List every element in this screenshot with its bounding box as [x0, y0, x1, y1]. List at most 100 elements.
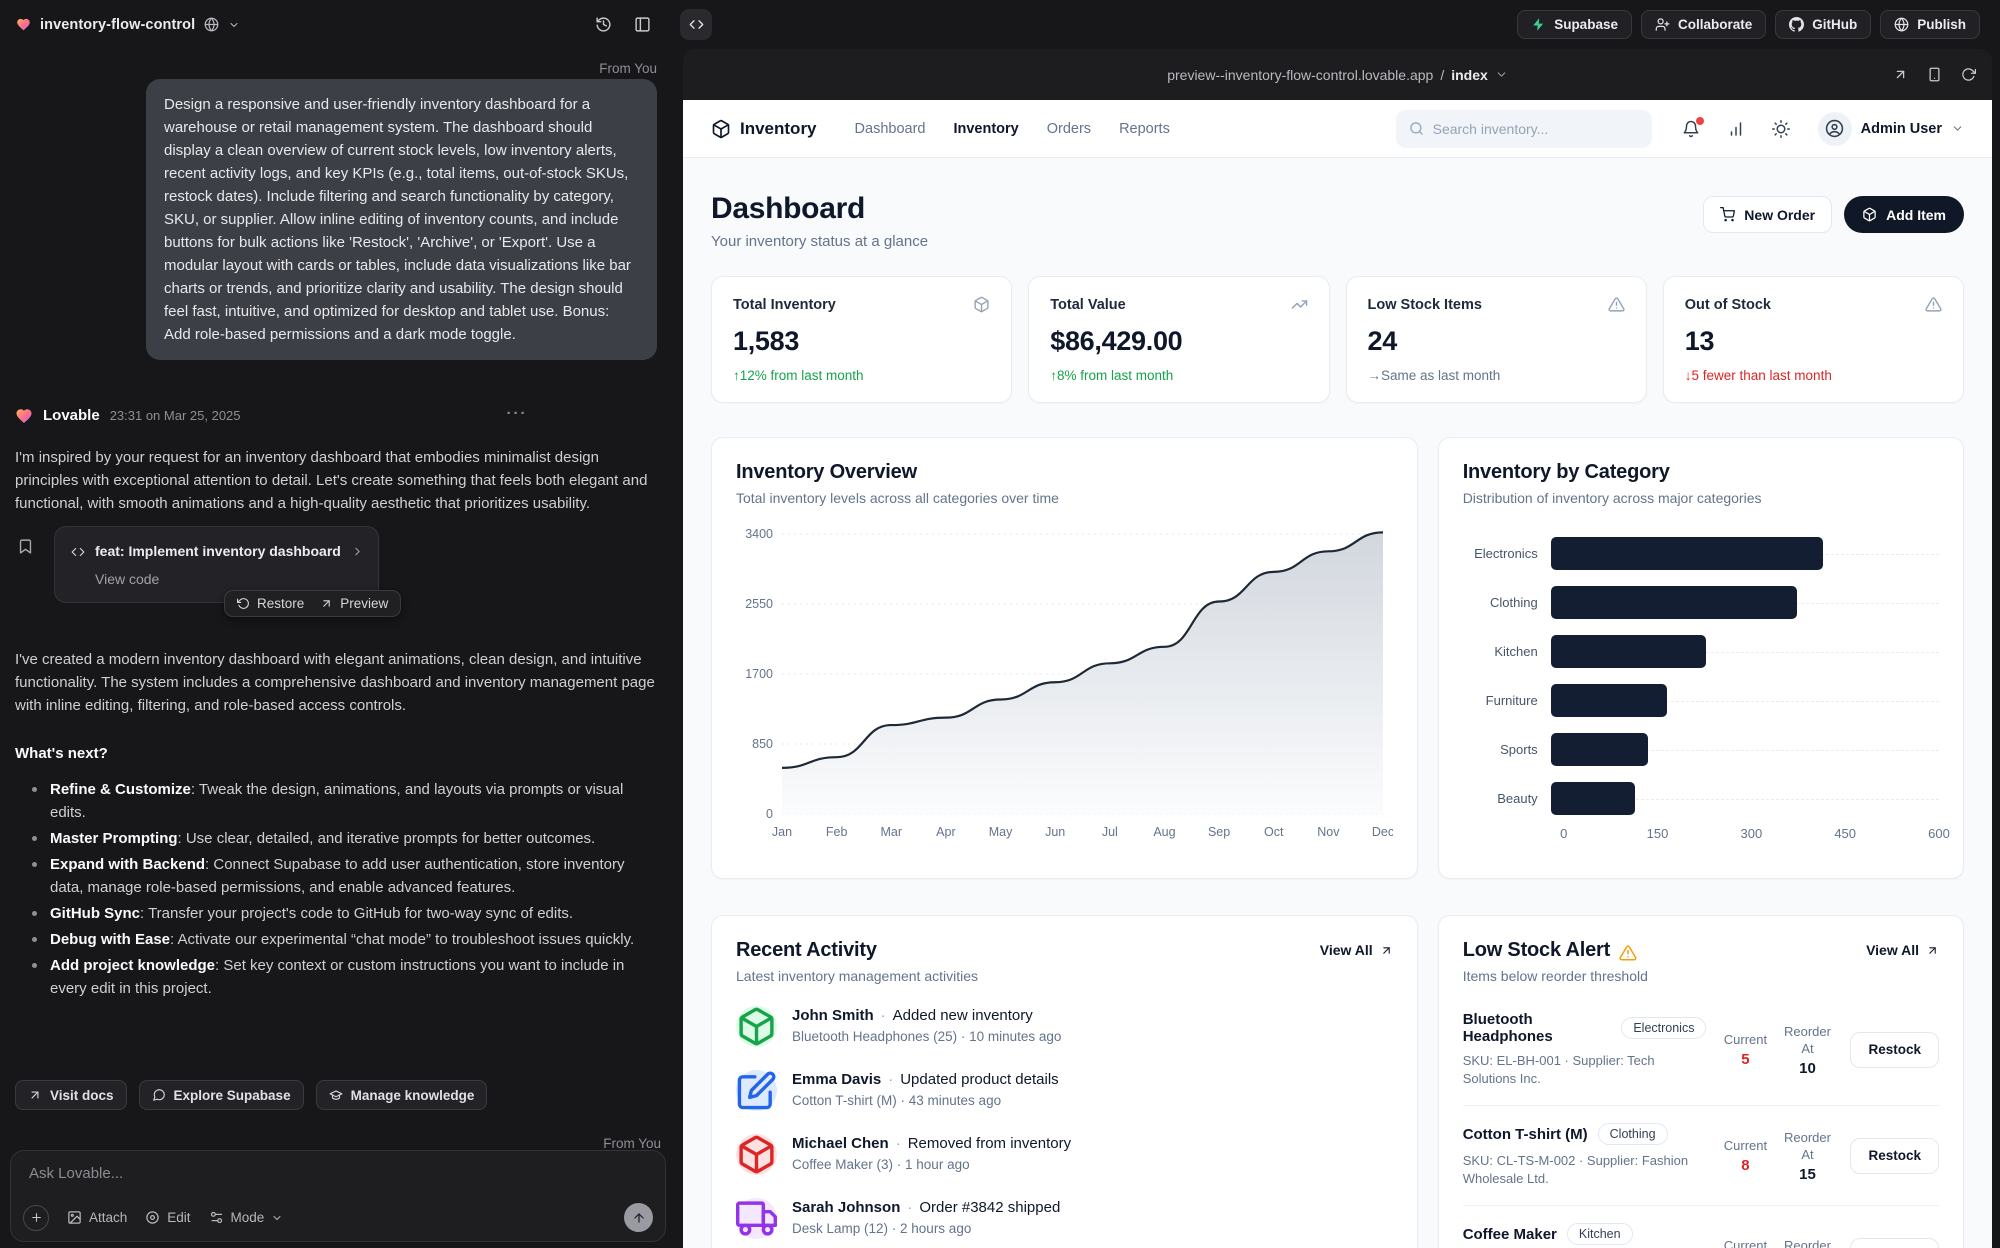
panel-toggle-icon[interactable] [634, 16, 651, 33]
supabase-icon [1531, 17, 1546, 32]
url-separator: / [1440, 67, 1444, 83]
current-label: Current [1724, 1238, 1767, 1248]
category-bar [1551, 782, 1635, 815]
kpi-value: 24 [1368, 326, 1625, 357]
reorder-value: 15 [1776, 1166, 1838, 1183]
send-button[interactable] [624, 1203, 653, 1232]
restore-button[interactable]: Restore [237, 592, 304, 615]
theme-toggle-sun-icon[interactable] [1772, 120, 1790, 138]
open-external-icon[interactable] [1893, 67, 1908, 82]
nav-link-inventory[interactable]: Inventory [953, 121, 1018, 137]
category-bar-row: Electronics [1463, 532, 1939, 575]
inventory-overview-card: Inventory Overview Total inventory level… [711, 437, 1418, 879]
app-brand[interactable]: Inventory [711, 119, 817, 139]
chat-input[interactable] [29, 1165, 647, 1182]
bookmark-icon[interactable] [17, 538, 34, 555]
add-context-button[interactable] [23, 1205, 49, 1231]
category-bar [1551, 733, 1648, 766]
restock-button[interactable]: Restock [1850, 1238, 1939, 1248]
explore-supabase-button[interactable]: Explore Supabase [139, 1080, 304, 1110]
notifications-button[interactable] [1682, 120, 1700, 138]
view-all-low-stock-link[interactable]: View All [1866, 942, 1939, 958]
plus-icon [30, 1211, 43, 1224]
svg-text:Oct: Oct [1264, 825, 1284, 839]
collaborate-button[interactable]: Collaborate [1641, 10, 1766, 39]
search-inventory-pill[interactable] [1396, 110, 1652, 148]
message-circle-icon [152, 1088, 166, 1102]
publish-button[interactable]: Publish [1880, 10, 1980, 39]
view-all-activity-link[interactable]: View All [1320, 942, 1393, 958]
low-stock-row: Cotton T-shirt (M) Clothing SKU: CL-TS-M… [1463, 1106, 1939, 1206]
restore-preview-pill: Restore Preview [224, 590, 401, 617]
restore-label: Restore [257, 592, 304, 615]
low-stock-alert-card: Low Stock Alert Items below reorder thre… [1438, 915, 1964, 1248]
kpi-card-total-value: Total Value $86,429.00 ↑8% from last mon… [1028, 276, 1329, 403]
edit-button[interactable]: Edit [145, 1206, 190, 1229]
mode-selector[interactable]: Mode [209, 1206, 284, 1229]
sliders-icon [209, 1210, 224, 1225]
nav-link-orders[interactable]: Orders [1047, 121, 1091, 137]
kpi-delta: →Same as last month [1368, 368, 1625, 383]
user-menu[interactable]: Admin User [1818, 112, 1964, 146]
svg-text:Nov: Nov [1317, 825, 1340, 839]
mobile-view-icon[interactable] [1927, 67, 1942, 82]
analytics-icon[interactable] [1727, 120, 1745, 138]
category-badge: Kitchen [1567, 1223, 1633, 1245]
alert-triangle-icon [1608, 296, 1625, 313]
search-input[interactable] [1433, 121, 1613, 137]
notification-dot [1696, 117, 1704, 125]
chat-composer[interactable]: Attach Edit Mode [10, 1150, 666, 1242]
supabase-button[interactable]: Supabase [1517, 10, 1632, 39]
activity-user: Emma Davis [792, 1071, 881, 1088]
preview-url-bar[interactable]: preview--inventory-flow-control.lovable.… [683, 49, 1992, 100]
svg-text:3400: 3400 [745, 527, 773, 541]
message-menu-icon[interactable]: ··· [507, 402, 528, 425]
restock-button[interactable]: Restock [1850, 1138, 1939, 1174]
product-meta: SKU: EL-BH-001 · Supplier: Tech Solution… [1463, 1052, 1707, 1088]
activity-user: Sarah Johnson [792, 1199, 900, 1216]
preview-button[interactable]: Preview [320, 592, 388, 615]
category-bar [1551, 635, 1706, 668]
manage-knowledge-button[interactable]: Manage knowledge [316, 1080, 488, 1110]
package-plus-icon [736, 1006, 777, 1047]
box-icon [711, 119, 731, 139]
list-item: Debug with Ease: Activate our experiment… [15, 928, 658, 951]
github-button[interactable]: GitHub [1775, 10, 1871, 39]
arrow-up-right-icon [1380, 944, 1393, 957]
bar-axis: 0150300450600 [1564, 826, 1939, 850]
kpi-delta: ↓5 fewer than last month [1685, 368, 1942, 383]
code-view-toggle[interactable] [680, 9, 712, 40]
visit-docs-button[interactable]: Visit docs [15, 1080, 127, 1110]
svg-text:Mar: Mar [881, 825, 903, 839]
add-item-button[interactable]: Add Item [1844, 196, 1964, 233]
arrow-up-right-icon [1926, 944, 1939, 957]
trending-up-icon [1291, 296, 1308, 313]
kpi-label: Low Stock Items [1368, 297, 1482, 313]
activity-detail: Cotton T-shirt (M) · 43 minutes ago [792, 1093, 1059, 1108]
inventory-overview-chart: 0850170025503400JanFebMarAprMayJunJulAug… [736, 522, 1393, 844]
project-menu[interactable]: inventory-flow-control [16, 0, 240, 49]
code-icon [689, 17, 704, 32]
code-icon [71, 545, 85, 559]
user-name: Admin User [1861, 121, 1942, 137]
activity-action: Updated product details [900, 1071, 1058, 1088]
avatar [1818, 112, 1852, 146]
history-icon[interactable] [595, 16, 612, 33]
new-order-button[interactable]: New Order [1703, 196, 1832, 233]
restock-button[interactable]: Restock [1850, 1032, 1939, 1068]
view-code-link[interactable]: View code [95, 568, 364, 591]
nav-link-dashboard[interactable]: Dashboard [855, 121, 926, 137]
chevron-right-icon [351, 545, 364, 558]
nav-link-reports[interactable]: Reports [1119, 121, 1170, 137]
activity-detail: Bluetooth Headphones (25) · 10 minutes a… [792, 1029, 1061, 1044]
refresh-icon[interactable] [1961, 67, 1976, 82]
view-all-label: View All [1866, 942, 1919, 958]
section-title-row: Low Stock Alert [1463, 939, 1648, 962]
supabase-label: Supabase [1554, 17, 1618, 32]
attach-button[interactable]: Attach [67, 1206, 127, 1229]
list-item: Add project knowledge: Set key context o… [15, 954, 658, 1000]
preview-url: preview--inventory-flow-control.lovable.… [1167, 67, 1433, 83]
svg-text:Dec: Dec [1372, 825, 1393, 839]
kpi-label: Total Inventory [733, 297, 836, 313]
box-icon [1862, 207, 1877, 222]
